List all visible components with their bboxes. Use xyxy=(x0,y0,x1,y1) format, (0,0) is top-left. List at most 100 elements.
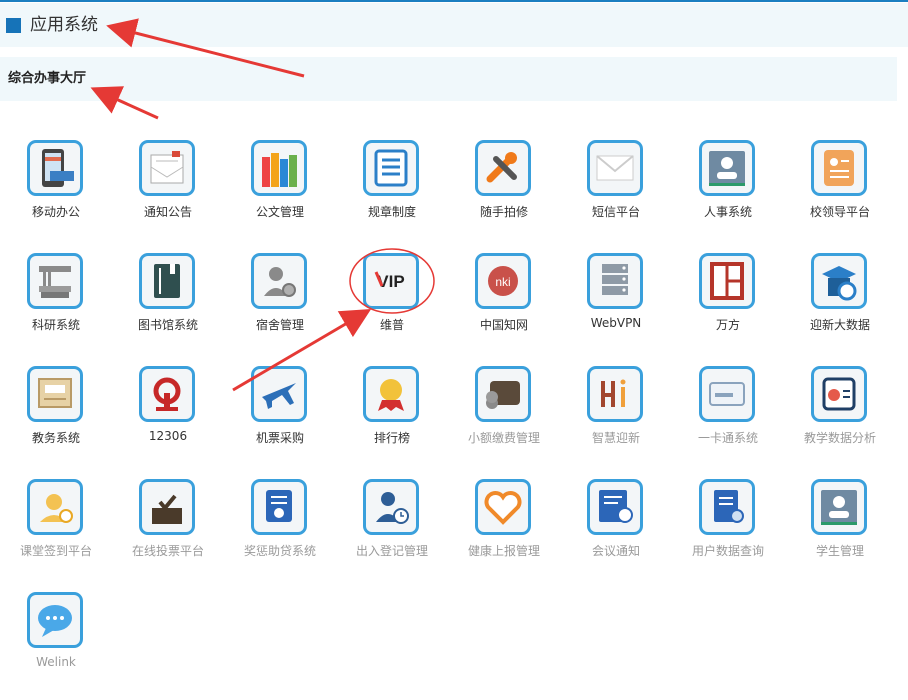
app-label[interactable]: WebVPN xyxy=(560,316,672,330)
app-icon-frame[interactable] xyxy=(811,253,867,309)
app-tile[interactable]: 随手拍修 xyxy=(448,140,560,248)
app-tile[interactable]: 人事系统 xyxy=(672,140,784,248)
app-label[interactable]: 12306 xyxy=(112,429,224,443)
app-tile[interactable]: 用户数据查询 xyxy=(672,479,784,587)
app-icon-frame[interactable] xyxy=(587,366,643,422)
app-icon-frame[interactable] xyxy=(363,140,419,196)
app-tile[interactable]: 迎新大数据 xyxy=(784,253,896,361)
app-tile[interactable]: 一卡通系统 xyxy=(672,366,784,474)
app-label[interactable]: 一卡通系统 xyxy=(672,429,784,446)
app-label[interactable]: 校领导平台 xyxy=(784,203,896,220)
app-icon-frame[interactable] xyxy=(811,140,867,196)
app-label[interactable]: 机票采购 xyxy=(224,429,336,446)
app-tile[interactable]: WebVPN xyxy=(560,253,672,361)
app-label[interactable]: 维普 xyxy=(336,316,448,333)
app-icon-frame[interactable] xyxy=(475,140,531,196)
app-tile[interactable]: 排行榜 xyxy=(336,366,448,474)
app-tile[interactable]: Welink xyxy=(0,592,112,700)
app-tile[interactable]: 短信平台 xyxy=(560,140,672,248)
app-label[interactable]: 学生管理 xyxy=(784,542,896,559)
app-label[interactable]: 智慧迎新 xyxy=(560,429,672,446)
app-label[interactable]: 课堂签到平台 xyxy=(0,542,112,559)
app-label[interactable]: 出入登记管理 xyxy=(336,542,448,559)
app-tile[interactable]: 公文管理 xyxy=(224,140,336,248)
app-label[interactable]: 中国知网 xyxy=(448,316,560,333)
app-label[interactable]: 健康上报管理 xyxy=(448,542,560,559)
app-tile[interactable]: 宿舍管理 xyxy=(224,253,336,361)
app-icon-frame[interactable] xyxy=(251,253,307,309)
app-label[interactable]: 教学数据分析 xyxy=(784,429,896,446)
app-tile[interactable]: 12306 xyxy=(112,366,224,474)
app-tile[interactable]: 教务系统 xyxy=(0,366,112,474)
app-tile[interactable]: 健康上报管理 xyxy=(448,479,560,587)
app-icon-frame[interactable] xyxy=(699,253,755,309)
app-tile[interactable]: nki 中国知网 xyxy=(448,253,560,361)
app-tile[interactable]: 规章制度 xyxy=(336,140,448,248)
app-tile[interactable]: 图书馆系统 xyxy=(112,253,224,361)
app-icon-frame[interactable] xyxy=(251,366,307,422)
app-icon-frame[interactable] xyxy=(811,366,867,422)
app-label[interactable]: 奖惩助贷系统 xyxy=(224,542,336,559)
app-label[interactable]: 用户数据查询 xyxy=(672,542,784,559)
app-label[interactable]: 会议通知 xyxy=(560,542,672,559)
app-tile[interactable]: 智慧迎新 xyxy=(560,366,672,474)
app-icon-frame[interactable] xyxy=(251,140,307,196)
app-tile[interactable]: 小额缴费管理 xyxy=(448,366,560,474)
app-icon-frame[interactable]: nki xyxy=(475,253,531,309)
app-label[interactable]: 小额缴费管理 xyxy=(448,429,560,446)
app-label[interactable]: 在线投票平台 xyxy=(112,542,224,559)
app-tile[interactable]: 课堂签到平台 xyxy=(0,479,112,587)
app-label[interactable]: 教务系统 xyxy=(0,429,112,446)
app-tile[interactable]: 在线投票平台 xyxy=(112,479,224,587)
app-icon-frame[interactable] xyxy=(363,366,419,422)
app-tile[interactable]: 教学数据分析 xyxy=(784,366,896,474)
app-label[interactable]: 科研系统 xyxy=(0,316,112,333)
app-icon-frame[interactable]: VIP xyxy=(363,253,419,309)
app-icon-frame[interactable] xyxy=(587,140,643,196)
app-label[interactable]: 短信平台 xyxy=(560,203,672,220)
app-tile[interactable]: 学生管理 xyxy=(784,479,896,587)
app-icon-frame[interactable] xyxy=(27,592,83,648)
app-icon-frame[interactable] xyxy=(139,140,195,196)
app-label[interactable]: 移动办公 xyxy=(0,203,112,220)
app-tile[interactable]: 机票采购 xyxy=(224,366,336,474)
app-label[interactable]: 随手拍修 xyxy=(448,203,560,220)
app-label[interactable]: 万方 xyxy=(672,316,784,333)
app-tile[interactable]: VIP 维普 xyxy=(336,253,448,361)
app-icon-frame[interactable] xyxy=(363,479,419,535)
app-label[interactable]: 排行榜 xyxy=(336,429,448,446)
app-label[interactable]: 图书馆系统 xyxy=(112,316,224,333)
app-label[interactable]: 通知公告 xyxy=(112,203,224,220)
app-label[interactable]: 人事系统 xyxy=(672,203,784,220)
app-icon-frame[interactable] xyxy=(139,366,195,422)
cnki-logo-icon: nki xyxy=(478,256,528,306)
app-tile[interactable]: 出入登记管理 xyxy=(336,479,448,587)
app-icon-frame[interactable] xyxy=(699,479,755,535)
app-icon-frame[interactable] xyxy=(699,140,755,196)
app-label[interactable]: 迎新大数据 xyxy=(784,316,896,333)
app-tile[interactable]: 万方 xyxy=(672,253,784,361)
app-tile[interactable]: 奖惩助贷系统 xyxy=(224,479,336,587)
app-tile[interactable]: 移动办公 xyxy=(0,140,112,248)
app-label[interactable]: 宿舍管理 xyxy=(224,316,336,333)
app-tile[interactable]: 科研系统 xyxy=(0,253,112,361)
app-icon-frame[interactable] xyxy=(27,253,83,309)
app-icon-frame[interactable] xyxy=(587,253,643,309)
app-icon-frame[interactable] xyxy=(811,479,867,535)
app-label[interactable]: Welink xyxy=(0,655,112,669)
app-label[interactable]: 规章制度 xyxy=(336,203,448,220)
app-icon-frame[interactable] xyxy=(475,366,531,422)
app-tile[interactable]: 会议通知 xyxy=(560,479,672,587)
app-icon-frame[interactable] xyxy=(251,479,307,535)
app-icon-frame[interactable] xyxy=(27,366,83,422)
app-icon-frame[interactable] xyxy=(139,253,195,309)
app-icon-frame[interactable] xyxy=(27,479,83,535)
app-icon-frame[interactable] xyxy=(587,479,643,535)
app-tile[interactable]: 校领导平台 xyxy=(784,140,896,248)
app-tile[interactable]: 通知公告 xyxy=(112,140,224,248)
app-icon-frame[interactable] xyxy=(475,479,531,535)
app-icon-frame[interactable] xyxy=(699,366,755,422)
app-icon-frame[interactable] xyxy=(139,479,195,535)
app-label[interactable]: 公文管理 xyxy=(224,203,336,220)
app-icon-frame[interactable] xyxy=(27,140,83,196)
